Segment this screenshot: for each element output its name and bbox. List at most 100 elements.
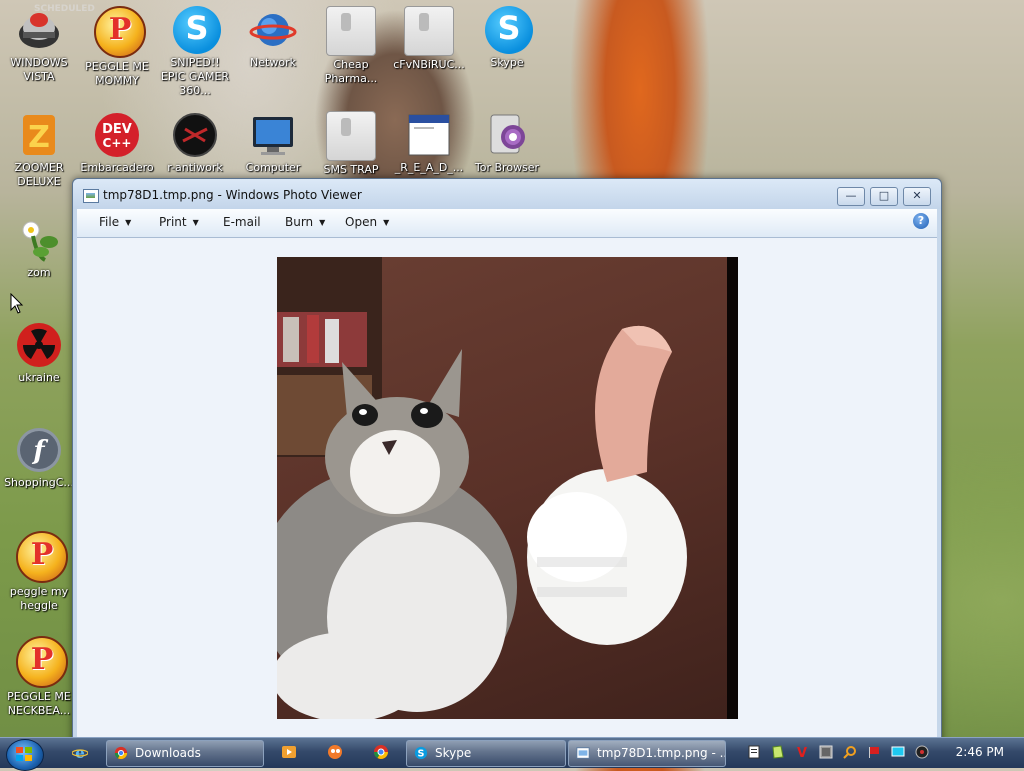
desktop-icon-zoomer-deluxe[interactable]: Z ZOOMER DELUXE [1, 111, 77, 189]
desktop-icon-peggle-me-mommy[interactable]: P PEGGLE ME MOMMY [79, 6, 155, 88]
menu-file-label: File [99, 215, 120, 229]
menu-burn[interactable]: Burn ▼ [285, 215, 325, 229]
monitor-icon[interactable] [891, 745, 905, 759]
file-icon [326, 111, 376, 161]
desktop-icon-label: Computer [245, 161, 301, 174]
desktop-icon-skype[interactable]: S Skype [469, 6, 545, 70]
desktop-icon-sniped[interactable]: S SNIPED!! EPIC GAMER 360... [157, 6, 233, 98]
desktop-icon-label: peggle my heggle [9, 585, 69, 612]
photo-viewer-app-icon [83, 189, 99, 203]
media-player-icon[interactable] [281, 744, 297, 760]
menu-bar: File ▼ Print ▼ E-mail Burn ▼ Open ▼ ? [77, 209, 937, 238]
mouse-cursor-icon [10, 293, 24, 314]
svg-text:e: e [75, 744, 85, 760]
menu-email[interactable]: E-mail [223, 215, 261, 229]
desktop-icon-ukraine[interactable]: ukraine [1, 321, 77, 385]
menu-email-label: E-mail [223, 215, 261, 229]
taskbar-item-downloads[interactable]: Downloads [106, 740, 264, 767]
desktop-icon-sms-trap[interactable]: SMS TRAP [313, 111, 389, 177]
menu-file[interactable]: File ▼ [99, 215, 131, 229]
desktop-icon-computer[interactable]: Computer [235, 111, 311, 175]
menu-open-label: Open [345, 215, 378, 229]
radiation-icon [15, 321, 63, 369]
taskbar-item-label: tmp78D1.tmp.png - ... [597, 746, 726, 760]
desktop-icon-label: _R_E_A_D_... [394, 161, 464, 174]
close-button[interactable]: ✕ [903, 187, 931, 206]
chrome-icon[interactable] [373, 744, 389, 760]
desktop-icon-label: Cheap Pharma... [324, 58, 378, 85]
green-document-icon[interactable] [771, 745, 785, 759]
file-icon [326, 6, 376, 56]
game-helmet-icon [15, 6, 63, 54]
desktop-icon-cfvnbiruc[interactable]: cFvNBiRUC... [391, 6, 467, 72]
flag-icon[interactable] [867, 745, 881, 759]
tor-onion-icon [483, 111, 531, 159]
desktop-icon-label: Network [250, 56, 296, 69]
desktop-icon-zom[interactable]: zom [1, 216, 77, 280]
network-status-icon[interactable] [819, 745, 833, 759]
desktop-icon-label: PEGGLE ME MOMMY [85, 60, 149, 87]
start-button[interactable] [6, 739, 44, 771]
maximize-button[interactable]: □ [870, 187, 898, 206]
network-globe-icon [249, 6, 297, 54]
desktop-icon-cheap-pharma[interactable]: Cheap Pharma... [313, 6, 389, 86]
taskbar-item-skype[interactable]: S Skype [406, 740, 566, 767]
svg-text:Z: Z [28, 120, 50, 155]
desktop-icon-label: cFvNBiRUC... [393, 58, 465, 71]
flash-icon: f [15, 426, 63, 474]
desktop-icon-peggle-my-heggle[interactable]: P peggle my heggle [1, 531, 77, 613]
desktop-icon-label: WINDOWS VISTA [10, 56, 68, 83]
desktop-icon-label: Embarcadero [80, 161, 154, 174]
cat-thumbs-up-photo [277, 257, 738, 719]
image-viewport [77, 238, 937, 749]
game-app-icon[interactable] [327, 744, 343, 760]
desktop-icon-label: Tor Browser [474, 161, 540, 174]
dropdown-arrow-icon: ▼ [319, 218, 326, 227]
desktop-icon-label: zom [27, 266, 51, 279]
photo-viewer-window: tmp78D1.tmp.png - Windows Photo Viewer —… [72, 178, 942, 750]
taskbar-item-photo-viewer[interactable]: tmp78D1.tmp.png - ... [568, 740, 726, 767]
desktop-icon-tor-browser[interactable]: Tor Browser [469, 111, 545, 175]
dev-cpp-icon: DEV C++ [93, 111, 141, 159]
desktop-icon-r-antiwork[interactable]: r-antiwork [157, 111, 233, 175]
desktop-icon-shoppingc[interactable]: f ShoppingC... [1, 426, 77, 490]
minimize-button[interactable]: — [837, 187, 865, 206]
desktop-icon-label: ukraine [18, 371, 60, 384]
speaker-icon[interactable] [915, 745, 929, 759]
desktop-icon-label: SMS TRAP [323, 163, 379, 176]
taskbar-clock[interactable]: 2:46 PM [956, 745, 1004, 759]
photo-viewer-app-icon [576, 747, 590, 759]
desktop-icon-label: ShoppingC... [4, 476, 74, 489]
skype-icon: S [173, 6, 221, 54]
dropdown-arrow-icon: ▼ [383, 218, 390, 227]
dropdown-arrow-icon: ▼ [125, 218, 132, 227]
chrome-icon [114, 746, 128, 760]
red-v-icon[interactable]: V [795, 745, 809, 759]
skype-icon: S [485, 6, 533, 54]
desktop-icon-peggle-me-neckbea[interactable]: P PEGGLE ME NECKBEA... [1, 636, 77, 718]
svg-text:S: S [418, 749, 425, 760]
desktop-icon-windows-vista[interactable]: WINDOWS VISTA [1, 6, 77, 84]
menu-burn-label: Burn [285, 215, 314, 229]
help-icon[interactable]: ? [913, 213, 929, 229]
menu-open[interactable]: Open ▼ [345, 215, 389, 229]
internet-explorer-icon[interactable]: e [72, 744, 88, 760]
search-magnifier-icon[interactable] [843, 745, 857, 759]
desktop-icon-read[interactable]: _R_E_A_D_... [391, 111, 467, 175]
window-titlebar[interactable]: tmp78D1.tmp.png - Windows Photo Viewer —… [73, 179, 941, 209]
printer-icon[interactable] [747, 745, 761, 759]
desktop-icon-embarcadero[interactable]: DEV C++ Embarcadero [79, 111, 155, 175]
menu-print[interactable]: Print ▼ [159, 215, 199, 229]
antiwork-icon [171, 111, 219, 159]
peggle-icon: P [94, 6, 146, 58]
dropdown-arrow-icon: ▼ [192, 218, 199, 227]
plant-flower-icon [15, 216, 63, 264]
desktop-icon-label: PEGGLE ME NECKBEA... [7, 690, 71, 717]
menu-print-label: Print [159, 215, 187, 229]
taskbar-item-label: Downloads [135, 746, 201, 760]
window-title: tmp78D1.tmp.png - Windows Photo Viewer [103, 188, 362, 202]
svg-text:DEV: DEV [102, 122, 132, 137]
desktop-icon-network[interactable]: Network [235, 6, 311, 70]
svg-text:V: V [797, 746, 807, 759]
svg-text:C++: C++ [103, 136, 132, 150]
